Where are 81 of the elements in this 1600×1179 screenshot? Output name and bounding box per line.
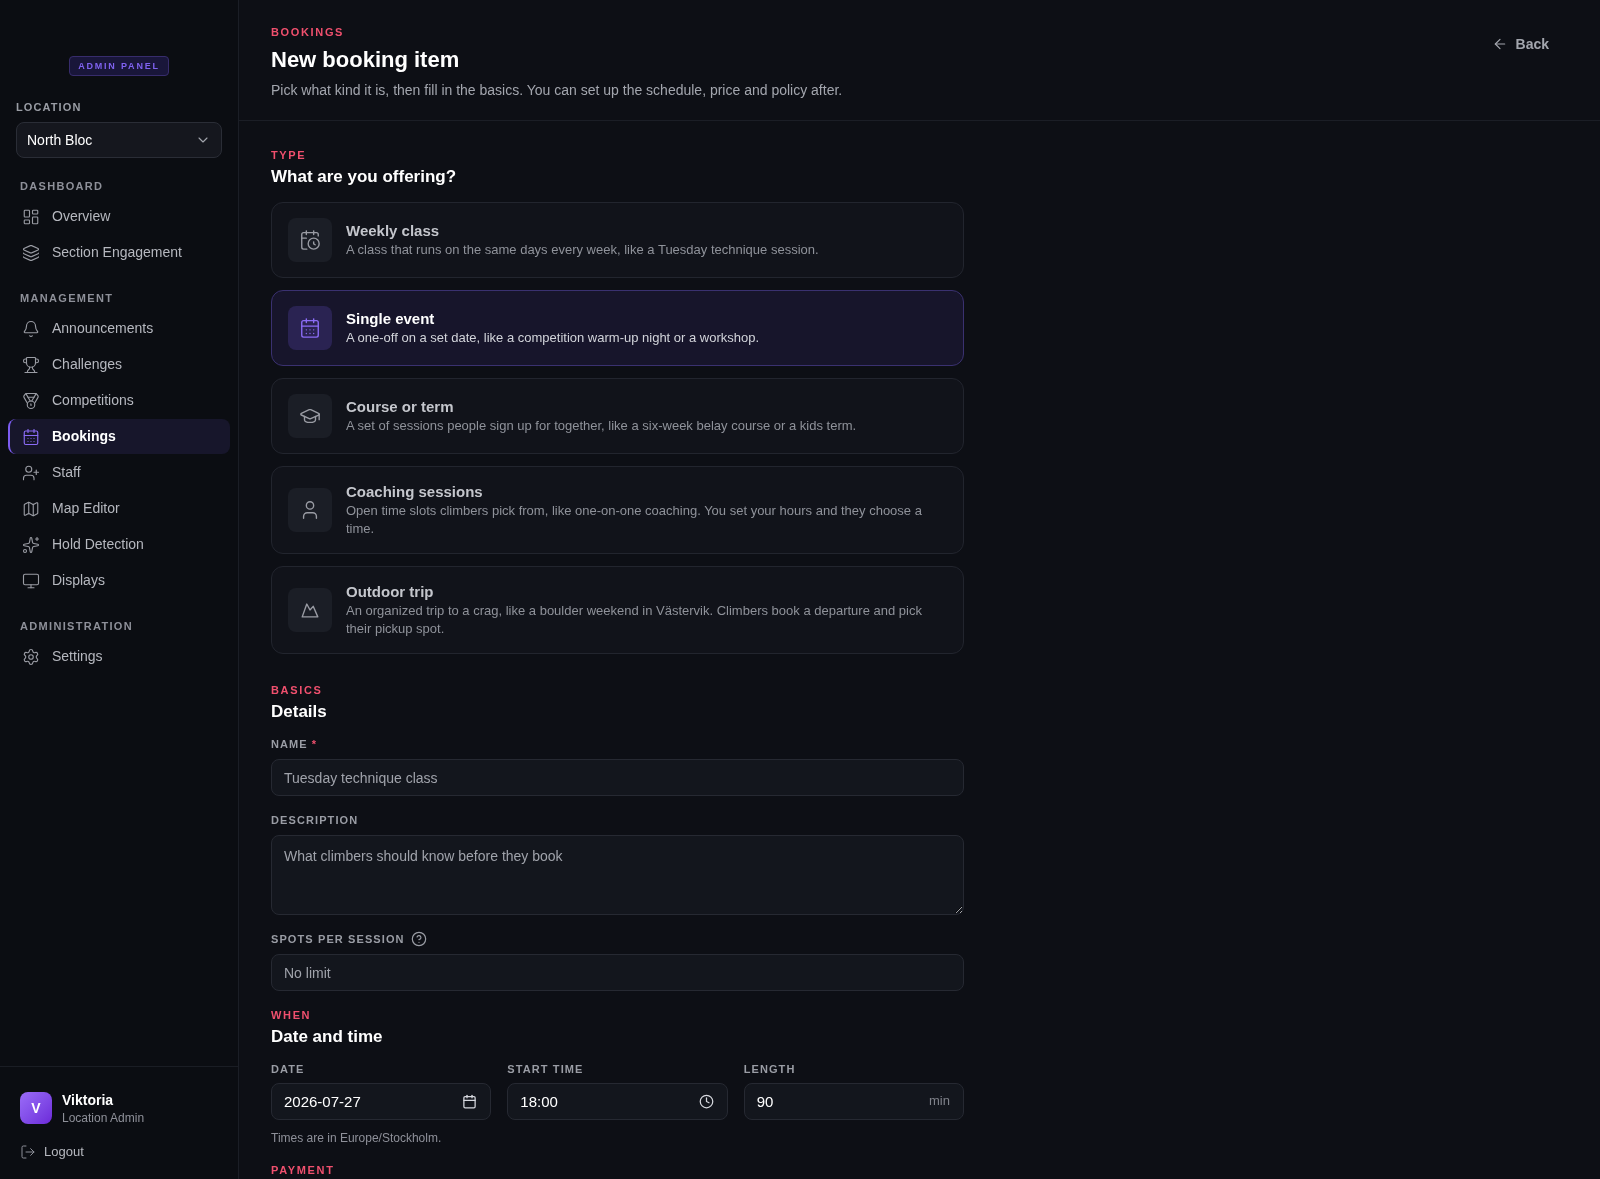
- nav-item[interactable]: Hold Detection: [8, 527, 230, 562]
- nav-section-label: ADMINISTRATION: [20, 619, 133, 634]
- admin-panel-badge: ADMIN PANEL: [69, 56, 169, 76]
- medal-icon: [22, 391, 40, 410]
- section-eyebrow: BASICS: [271, 683, 323, 698]
- page-subtitle: Pick what kind it is, then fill in the basics. You can set up the schedule, price and policy after.: [271, 81, 843, 100]
- sparkles-icon: [22, 535, 40, 554]
- field-label: LENGTH: [743, 1062, 796, 1077]
- monitor-icon: [22, 571, 40, 590]
- option-title: Weekly class: [346, 221, 441, 241]
- nav-item[interactable]: Staff: [8, 455, 230, 490]
- section-eyebrow: WHEN: [271, 1008, 312, 1023]
- nav-section-label: DASHBOARD: [20, 179, 104, 194]
- time-input[interactable]: 18:00: [507, 1083, 728, 1120]
- location-select[interactable]: North Bloc: [16, 122, 222, 158]
- spots-input[interactable]: No limit: [271, 954, 964, 991]
- nav-item[interactable]: Challenges: [8, 347, 230, 382]
- user-plus-icon: [22, 463, 40, 482]
- user-name: Viktoria: [62, 1091, 115, 1110]
- option-title: Course or term: [346, 397, 455, 417]
- person-icon: [288, 488, 332, 532]
- type-option-card[interactable]: Single event A one-off on a set date, like a competition warm-up night or a workshop.: [271, 290, 964, 366]
- trophy-icon: [22, 355, 40, 374]
- option-description: A set of sessions people sign up for together, like a six-week belay course or a kids term.: [346, 417, 857, 435]
- option-description: A class that runs on the same days every week, like a Tuesday technique session.: [346, 241, 819, 259]
- section-title: Details: [271, 701, 328, 723]
- nav-item[interactable]: Bookings: [8, 419, 230, 454]
- section-title: Date and time: [271, 1026, 384, 1048]
- calendar-icon: [22, 427, 40, 446]
- section-eyebrow: PAYMENT: [271, 1163, 335, 1178]
- graduation-cap-icon: [288, 394, 332, 438]
- field-label: START TIME: [507, 1062, 584, 1077]
- timezone-note: Times are in Europe/Stockholm.: [271, 1130, 443, 1146]
- field-label: LOCATION: [16, 100, 82, 115]
- date-input[interactable]: 2026-07-27: [271, 1083, 492, 1120]
- name-input[interactable]: Tuesday technique class: [271, 759, 964, 796]
- field-label: DATE: [271, 1062, 305, 1077]
- type-option-card[interactable]: Outdoor trip An organized trip to a crag, like a boulder weekend in Västervik. Climbers book a departure and pick their pickup spot.: [271, 566, 964, 654]
- mountain-icon: [288, 588, 332, 632]
- section-title: What are you offering?: [271, 166, 458, 188]
- option-title: Outdoor trip: [346, 582, 435, 602]
- type-option-card[interactable]: Course or term A set of sessions people sign up for together, like a six-week belay course or a kids term.: [271, 378, 964, 454]
- nav-item[interactable]: Displays: [8, 563, 230, 598]
- type-option-card[interactable]: Coaching sessions Open time slots climbers pick from, like one-on-one coaching. You set your hours and they choose a time.: [271, 466, 964, 554]
- clock-icon: [698, 1094, 714, 1109]
- nav-section-label: MANAGEMENT: [20, 291, 114, 306]
- calendar-icon: [288, 306, 332, 350]
- back-link[interactable]: Back: [1491, 34, 1549, 54]
- section-eyebrow: TYPE: [271, 148, 307, 163]
- help-icon[interactable]: [410, 931, 427, 947]
- nav-item[interactable]: Settings: [8, 639, 230, 674]
- calendar-clock-icon: [288, 218, 332, 262]
- user-role: Location Admin: [62, 1110, 145, 1126]
- settings-icon: [22, 647, 40, 666]
- avatar: V: [20, 1092, 52, 1124]
- nav-item[interactable]: Competitions: [8, 383, 230, 418]
- option-title: Single event: [346, 309, 436, 329]
- calendar-icon: [462, 1094, 478, 1109]
- logout-icon: [20, 1144, 36, 1160]
- description-textarea[interactable]: What climbers should know before they book: [271, 835, 964, 915]
- nav-item[interactable]: Announcements: [8, 311, 230, 346]
- section-eyebrow: BOOKINGS: [271, 25, 345, 40]
- map-icon: [22, 499, 40, 518]
- option-description: Open time slots climbers pick from, like one-on-one coaching. You set your hours and they choose a time.: [346, 502, 923, 538]
- bell-icon: [22, 319, 40, 338]
- required-mark: *: [311, 737, 317, 752]
- option-description: An organized trip to a crag, like a boulder weekend in Västervik. Climbers book a departure and pick their pickup spot.: [346, 602, 923, 638]
- page-title: New booking item: [271, 46, 461, 74]
- field-label: SPOTS PER SESSION: [271, 932, 405, 947]
- field-label: DESCRIPTION: [271, 813, 359, 828]
- type-option-card[interactable]: Weekly class A class that runs on the same days every week, like a Tuesday technique session.: [271, 202, 964, 278]
- option-title: Coaching sessions: [346, 482, 484, 502]
- dashboard-grid-icon: [22, 207, 40, 226]
- nav-item[interactable]: Overview: [8, 199, 230, 234]
- layers-icon: [22, 243, 40, 262]
- nav-item[interactable]: Section Engagement: [8, 235, 230, 270]
- nav-item[interactable]: Map Editor: [8, 491, 230, 526]
- logout-button[interactable]: Logout: [20, 1142, 84, 1162]
- option-description: A one-off on a set date, like a competition warm-up night or a workshop.: [346, 329, 760, 347]
- field-label: NAME: [271, 737, 308, 752]
- unit-label: min: [929, 1092, 950, 1110]
